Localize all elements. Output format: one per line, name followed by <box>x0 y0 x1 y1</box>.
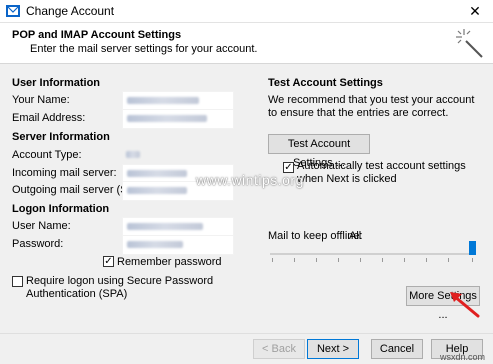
red-arrow-icon <box>450 292 480 318</box>
auto-test-label: Automatically test account settings when… <box>297 160 466 185</box>
user-name-field[interactable] <box>122 217 234 237</box>
slider-tick <box>316 258 317 262</box>
slider-tick <box>294 258 295 262</box>
mail-offline-value: All <box>349 230 362 242</box>
close-icon[interactable]: ✕ <box>464 2 486 20</box>
mail-offline-slider-thumb[interactable] <box>469 241 476 255</box>
watermark-text: www.wintips.org <box>196 172 304 188</box>
slider-tick <box>426 258 427 262</box>
your-name-field[interactable] <box>122 91 234 111</box>
slider-tick <box>472 258 473 262</box>
slider-tick <box>360 258 361 262</box>
title-bar: Change Account ✕ <box>0 0 493 23</box>
site-mark: wsxdn.com <box>440 352 486 362</box>
logon-info-heading: Logon Information <box>12 203 110 215</box>
spa-checkbox[interactable] <box>12 276 23 287</box>
slider-tick <box>382 258 383 262</box>
window-title: Change Account <box>26 4 115 18</box>
mail-offline-slider-track <box>270 253 476 255</box>
next-button[interactable]: Next > <box>307 339 359 359</box>
back-button[interactable]: < Back <box>253 339 305 359</box>
slider-tick <box>338 258 339 262</box>
email-label: Email Address: <box>12 112 86 124</box>
header-subtitle: Enter the mail server settings for your … <box>30 43 258 55</box>
slider-tick <box>448 258 449 262</box>
your-name-label: Your Name: <box>12 94 70 106</box>
user-name-label: User Name: <box>12 220 71 232</box>
cancel-button[interactable]: Cancel <box>371 339 423 359</box>
test-account-settings-button[interactable]: Test Account Settings ... <box>268 134 370 169</box>
test-settings-heading: Test Account Settings <box>268 77 383 89</box>
spa-label: Require logon using Secure Password Auth… <box>26 275 214 300</box>
remember-password-label: Remember password <box>117 256 222 268</box>
slider-tick <box>404 258 405 262</box>
password-label: Password: <box>12 238 64 250</box>
user-info-heading: User Information <box>12 77 101 89</box>
slider-tick <box>272 258 273 262</box>
password-field[interactable] <box>122 235 234 255</box>
test-settings-description: We recommend that you test your account … <box>268 94 475 119</box>
incoming-server-label: Incoming mail server: <box>12 167 117 179</box>
dialog-header: POP and IMAP Account Settings Enter the … <box>0 23 493 63</box>
server-info-heading: Server Information <box>12 131 110 143</box>
wizard-wand-icon <box>456 29 483 58</box>
account-type-label: Account Type: <box>12 149 82 161</box>
outlook-icon <box>6 5 20 17</box>
header-title: POP and IMAP Account Settings <box>12 29 182 41</box>
account-type-value <box>122 146 232 164</box>
header-separator <box>0 63 493 64</box>
remember-password-checkbox[interactable]: ✓ <box>103 256 114 267</box>
email-field[interactable] <box>122 109 234 129</box>
